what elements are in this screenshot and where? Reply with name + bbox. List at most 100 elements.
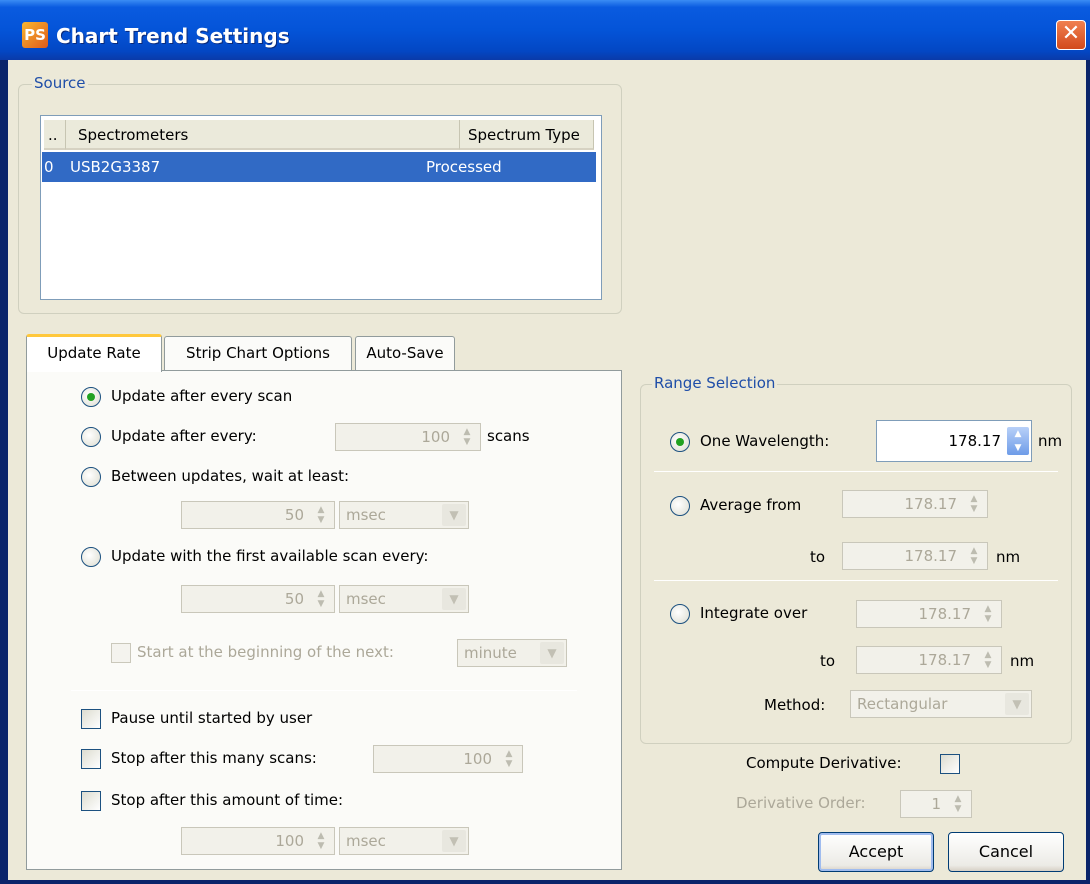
- tab-auto-save[interactable]: Auto-Save: [355, 336, 455, 370]
- average-from-spinner[interactable]: 178.17 ▲ ▼: [842, 490, 988, 518]
- stop-time-spinner[interactable]: 100 ▲ ▼: [181, 827, 335, 855]
- average-from-value: 178.17: [904, 495, 958, 513]
- label-average-from: Average from: [700, 496, 802, 514]
- radio-first-available[interactable]: [81, 547, 101, 567]
- spinner-arrows-icon[interactable]: ▲ ▼: [1007, 427, 1029, 455]
- label-method: Method:: [764, 696, 826, 714]
- table-row[interactable]: 0 USB2G3387 Processed: [42, 152, 596, 182]
- method-value: Rectangular: [857, 695, 948, 713]
- spinner-arrows-icon: ▲ ▼: [317, 831, 325, 851]
- derivative-order-value: 1: [931, 795, 941, 813]
- first-available-unit-value: msec: [346, 590, 386, 608]
- average-to-spinner[interactable]: 178.17 ▲ ▼: [842, 542, 988, 570]
- chevron-down-icon: ▼: [1005, 693, 1029, 715]
- column-header-index[interactable]: ..: [44, 120, 66, 150]
- label-compute-derivative: Compute Derivative:: [746, 754, 902, 772]
- label-first-available: Update with the first available scan eve…: [111, 547, 429, 565]
- label-update-every: Update after every:: [111, 427, 257, 445]
- chevron-down-icon: ▼: [540, 642, 564, 664]
- source-table[interactable]: .. Spectrometers Spectrum Type 0 USB2G33…: [40, 115, 602, 300]
- label-one-wavelength: One Wavelength:: [700, 432, 830, 450]
- checkbox-stop-scans[interactable]: [81, 749, 101, 769]
- label-start-beginning: Start at the beginning of the next:: [137, 643, 394, 661]
- radio-one-wavelength[interactable]: [670, 432, 690, 452]
- spinner-arrows-icon: ▲ ▼: [463, 427, 471, 447]
- every-scans-spinner[interactable]: 100 ▲ ▼: [335, 423, 481, 451]
- integrate-to-value: 178.17: [918, 651, 972, 669]
- spinner-arrows-icon: ▲ ▼: [505, 749, 513, 769]
- every-scans-value: 100: [421, 428, 450, 446]
- label-nm-integrate: nm: [1010, 652, 1035, 670]
- label-pause: Pause until started by user: [111, 709, 313, 727]
- checkbox-pause[interactable]: [81, 709, 101, 729]
- checkbox-compute-derivative[interactable]: [940, 754, 960, 774]
- integrate-to-spinner[interactable]: 178.17 ▲ ▼: [856, 646, 1002, 674]
- column-header-spectrometers[interactable]: Spectrometers: [66, 120, 460, 150]
- start-unit-value: minute: [464, 644, 517, 662]
- first-available-value: 50: [284, 590, 304, 608]
- panel-divider: [71, 690, 577, 691]
- radio-update-every[interactable]: [81, 427, 101, 447]
- label-to-integrate: to: [820, 652, 836, 670]
- spinner-arrows-icon: ▲ ▼: [317, 589, 325, 609]
- checkbox-stop-time[interactable]: [81, 791, 101, 811]
- integrate-from-spinner[interactable]: 178.17 ▲ ▼: [856, 600, 1002, 628]
- accept-button[interactable]: Accept: [818, 832, 934, 872]
- derivative-order-spinner[interactable]: 1 ▲ ▼: [900, 790, 972, 818]
- stop-time-unit-select[interactable]: msec ▼: [339, 827, 469, 855]
- range-selection-legend: Range Selection: [652, 374, 778, 392]
- spinner-arrows-icon: ▲ ▼: [970, 546, 978, 566]
- label-integrate-over: Integrate over: [700, 604, 808, 622]
- chevron-down-icon: ▼: [442, 504, 466, 526]
- one-wavelength-value: 178.17: [948, 432, 1002, 450]
- wait-unit-select[interactable]: msec ▼: [339, 501, 469, 529]
- app-icon: PS: [22, 22, 48, 48]
- radio-average-from[interactable]: [670, 496, 690, 516]
- update-rate-panel: Update after every scan Update after eve…: [26, 370, 622, 870]
- radio-integrate-over[interactable]: [670, 604, 690, 624]
- first-available-unit-select[interactable]: msec ▼: [339, 585, 469, 613]
- label-derivative-order: Derivative Order:: [736, 794, 866, 812]
- spinner-arrows-icon: ▲ ▼: [317, 505, 325, 525]
- stop-time-value: 100: [275, 832, 304, 850]
- label-nm-one: nm: [1038, 432, 1063, 450]
- chevron-down-icon: ▼: [442, 830, 466, 852]
- window-title: Chart Trend Settings: [56, 24, 290, 48]
- chevron-down-icon: ▼: [442, 588, 466, 610]
- integrate-from-value: 178.17: [918, 605, 972, 623]
- close-button[interactable]: ✕: [1056, 20, 1086, 50]
- label-stop-scans: Stop after this many scans:: [111, 749, 317, 767]
- wait-value: 50: [284, 506, 304, 524]
- row-spectrometer: USB2G3387: [70, 158, 161, 176]
- stop-time-unit-value: msec: [346, 832, 386, 850]
- title-bar[interactable]: PS Chart Trend Settings ✕: [0, 0, 1090, 60]
- range-divider-2: [654, 580, 1058, 581]
- one-wavelength-spinner[interactable]: 178.17 ▲ ▼: [876, 420, 1032, 462]
- label-to-average: to: [810, 548, 826, 566]
- row-index: 0: [44, 158, 54, 176]
- radio-update-every-scan[interactable]: [81, 387, 101, 407]
- spinner-arrows-icon: ▲ ▼: [954, 794, 962, 814]
- label-scans: scans: [487, 427, 530, 445]
- tab-update-rate[interactable]: Update Rate: [26, 334, 162, 372]
- method-select[interactable]: Rectangular ▼: [850, 690, 1032, 718]
- spinner-arrows-icon: ▲ ▼: [970, 494, 978, 514]
- first-available-spinner[interactable]: 50 ▲ ▼: [181, 585, 335, 613]
- cancel-button[interactable]: Cancel: [948, 832, 1064, 872]
- label-stop-time: Stop after this amount of time:: [111, 791, 344, 809]
- wait-spinner[interactable]: 50 ▲ ▼: [181, 501, 335, 529]
- checkbox-start-beginning[interactable]: [111, 643, 131, 663]
- spinner-arrows-icon: ▲ ▼: [984, 604, 992, 624]
- stop-scans-spinner[interactable]: 100 ▲ ▼: [373, 745, 523, 773]
- start-unit-select[interactable]: minute ▼: [457, 639, 567, 667]
- radio-wait-between[interactable]: [81, 467, 101, 487]
- average-to-value: 178.17: [904, 547, 958, 565]
- label-update-every-scan: Update after every scan: [111, 387, 293, 405]
- label-nm-average: nm: [996, 548, 1021, 566]
- wait-unit-value: msec: [346, 506, 386, 524]
- stop-scans-value: 100: [463, 750, 492, 768]
- column-header-spectrum-type[interactable]: Spectrum Type: [460, 120, 594, 150]
- label-wait-between: Between updates, wait at least:: [111, 467, 350, 485]
- spinner-arrows-icon: ▲ ▼: [984, 650, 992, 670]
- tab-strip-chart-options[interactable]: Strip Chart Options: [164, 336, 352, 370]
